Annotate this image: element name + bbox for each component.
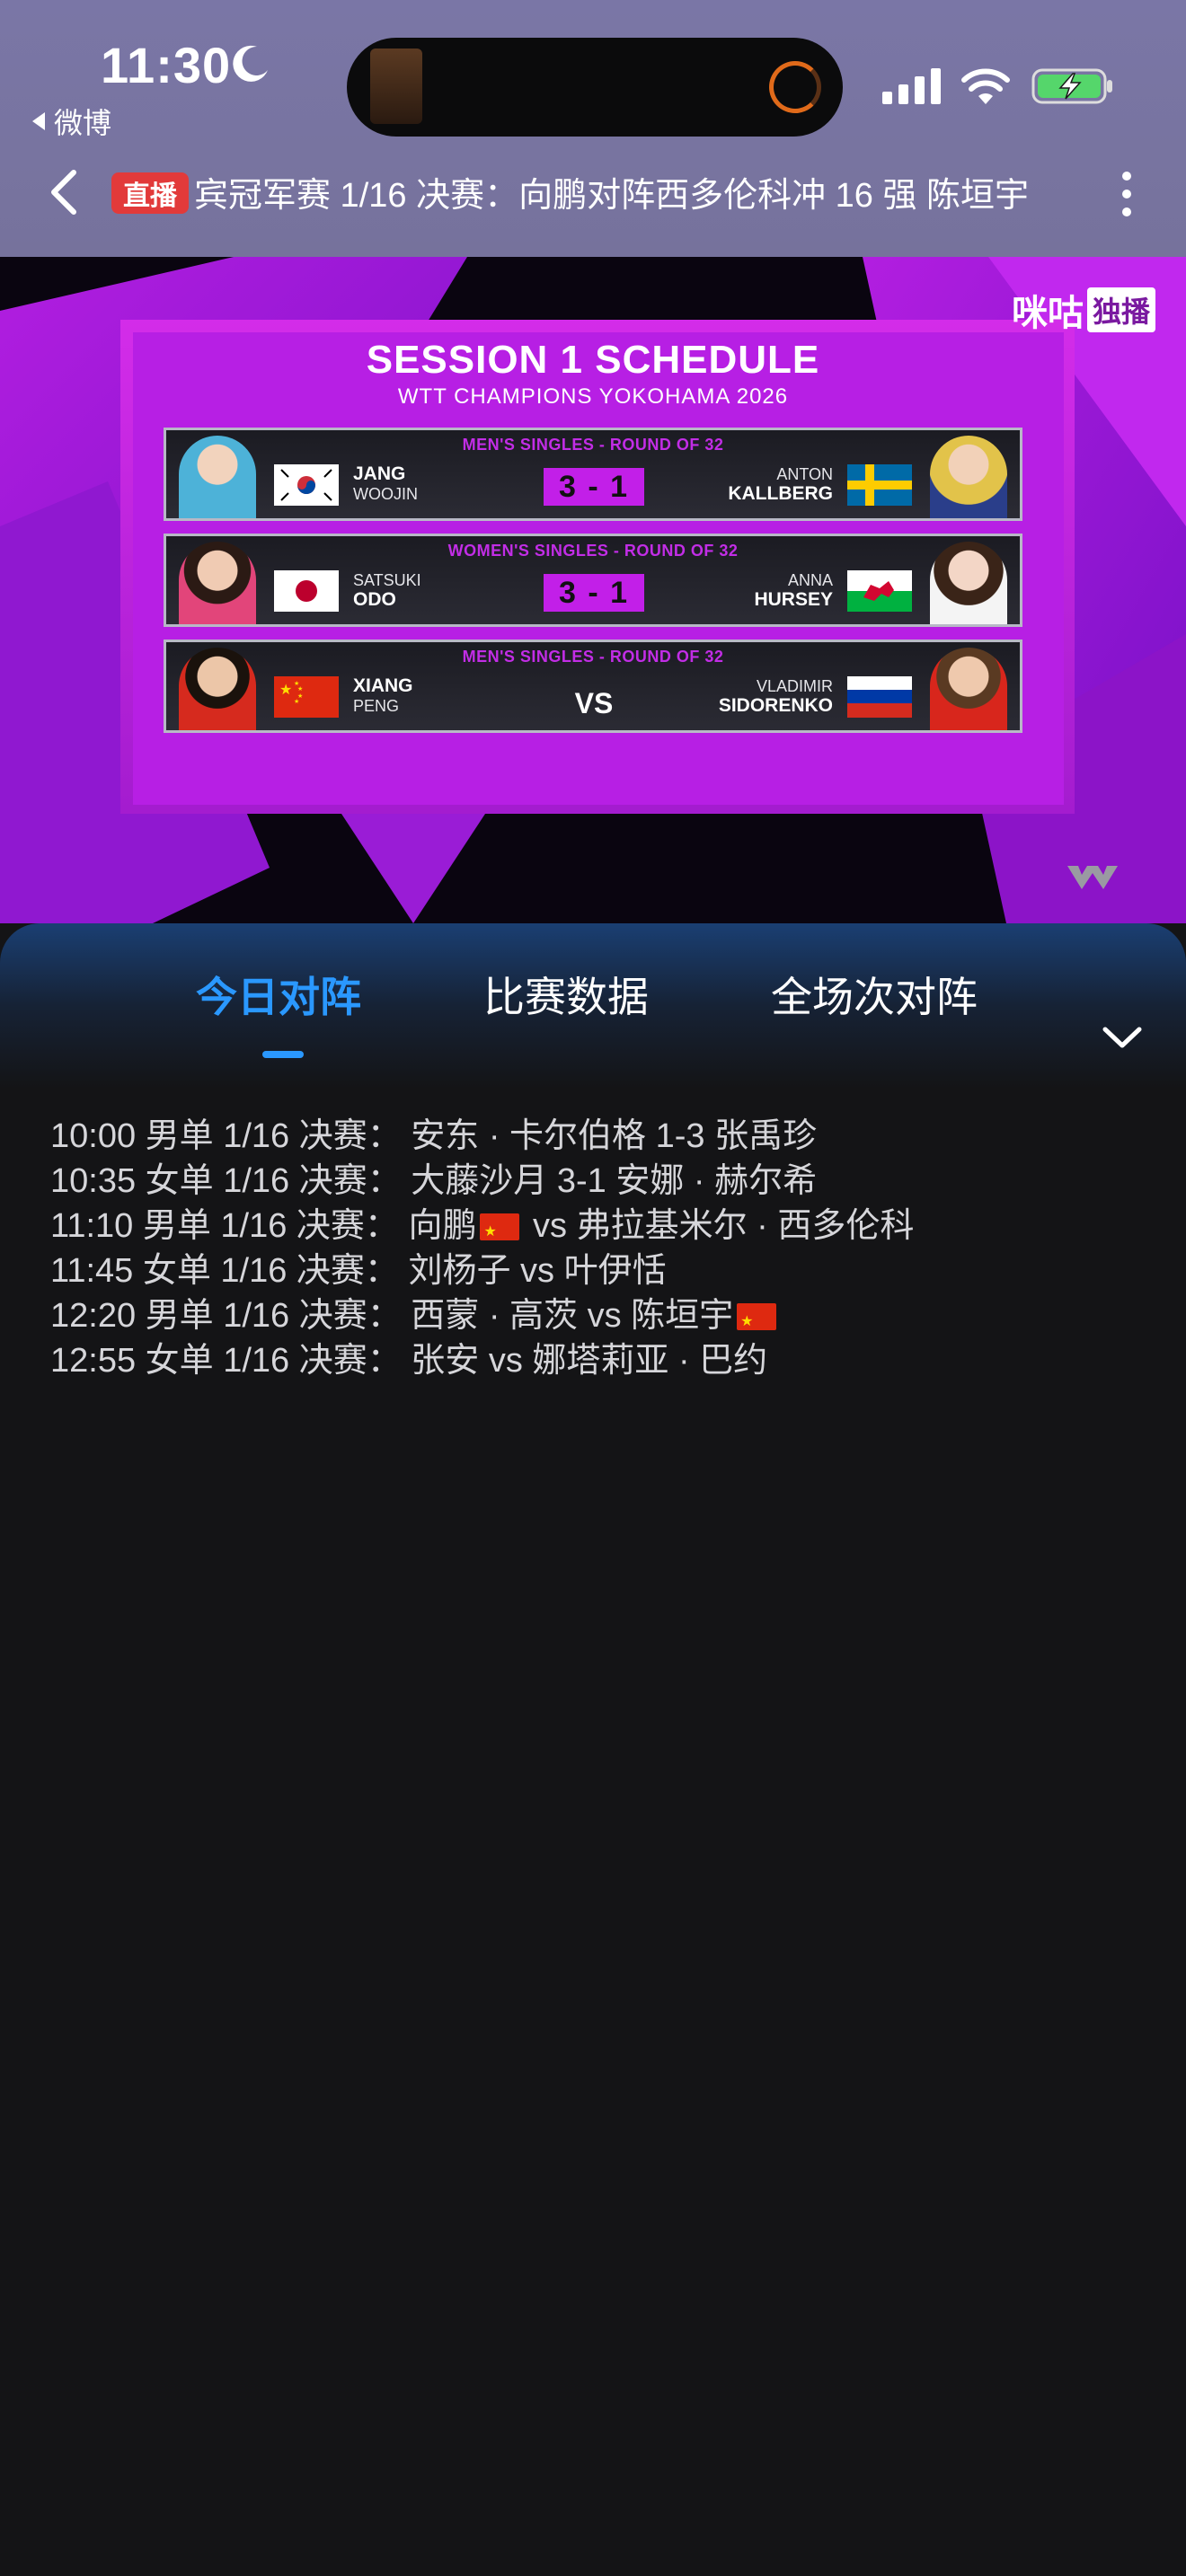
progress-ring-icon	[769, 61, 821, 113]
tab-today-matches[interactable]: 今日对阵	[196, 965, 361, 1024]
broadcaster-name: 咪咕	[1011, 294, 1084, 333]
china-flag-icon	[480, 1210, 520, 1255]
player-left-last: ODO	[353, 589, 396, 610]
schedule-subtitle: WTT CHAMPIONS YOKOHAMA 2026	[397, 384, 789, 409]
battery-charging-icon	[1031, 68, 1112, 104]
schedule-item: 10:35 女单 1/16 决赛： 大藤沙月 3-1 安娜 · 赫尔希	[50, 1162, 818, 1200]
player-right-first: ANTON	[776, 465, 833, 483]
china-flag-icon: ★ ★ ★ ★ ★	[274, 676, 339, 718]
japan-flag-icon	[274, 570, 339, 612]
match-vs: VS	[574, 687, 614, 719]
chevron-down-icon[interactable]	[1102, 1024, 1143, 1051]
player-left-first: XIANG	[353, 675, 413, 696]
tab-bar: 今日对阵 比赛数据 全场次对阵	[0, 965, 1186, 1063]
schedule-item-part: 12:20 男单 1/16 决赛： 西蒙 · 高茨 vs 陈垣宇	[50, 1297, 734, 1335]
player-right-first: ANNA	[787, 571, 833, 589]
player-photo	[930, 542, 1007, 624]
more-options-icon[interactable]	[1111, 167, 1143, 221]
player-left-name: JANG WOOJIN	[353, 464, 418, 504]
now-playing-thumbnail	[370, 49, 422, 124]
active-tab-indicator	[262, 1051, 304, 1058]
korea-flag-icon	[274, 464, 339, 506]
player-photo	[930, 436, 1007, 518]
moon-icon	[233, 45, 268, 82]
svg-text:★: ★	[294, 698, 299, 705]
match-round: MEN'S SINGLES - ROUND OF 32	[462, 648, 724, 666]
tab-match-stats[interactable]: 比赛数据	[483, 965, 649, 1024]
dynamic-island[interactable]	[347, 38, 843, 137]
cellular-signal-icon	[882, 68, 941, 104]
exclusive-tag: 独播	[1086, 287, 1155, 332]
svg-text:★: ★	[297, 685, 303, 693]
live-badge: 直播	[111, 172, 189, 214]
broadcaster-watermark: 咪咕 独播	[1012, 284, 1155, 336]
player-photo	[179, 542, 256, 624]
sweden-flag-icon	[847, 464, 912, 506]
match-round: WOMEN'S SINGLES - ROUND OF 32	[447, 542, 739, 560]
schedule-item-part: vs 弗拉基米尔 · 西多伦科	[523, 1207, 915, 1245]
wifi-icon	[961, 68, 1010, 104]
player-left-first: SATSUKI	[353, 571, 421, 589]
player-right-name: ANNA HURSEY	[754, 570, 833, 610]
match-row: WOMEN'S SINGLES - ROUND OF 32 SATSUKI OD…	[164, 534, 1022, 627]
match-info-sheet: 今日对阵 比赛数据 全场次对阵 10:00 男单 1/16 决赛： 安东 · 卡…	[0, 923, 1186, 2576]
match-row: MEN'S SINGLES - ROUND OF 32 JANG WOOJIN …	[164, 428, 1022, 521]
russia-flag-icon	[847, 676, 912, 718]
player-photo	[179, 436, 256, 518]
player-left-name: XIANG PENG	[353, 676, 413, 716]
match-row: MEN'S SINGLES - ROUND OF 32 ★ ★ ★ ★ ★ XI…	[164, 640, 1022, 733]
wales-flag-icon	[847, 570, 912, 612]
player-left-last: PENG	[353, 697, 400, 715]
schedule-item: 11:45 女单 1/16 决赛： 刘杨子 vs 叶伊恬	[50, 1252, 667, 1290]
wtt-logo-icon	[1067, 866, 1118, 889]
top-header: 11:30 微博 直播 宾冠军赛 1/16 决赛：向鹏对阵西多伦科冲 16 强 …	[0, 0, 1186, 257]
player-right-first: VLADIMIR	[756, 677, 833, 695]
player-photo	[930, 648, 1007, 730]
player-photo	[179, 648, 256, 730]
schedule-item: 10:00 男单 1/16 决赛： 安东 · 卡尔伯格 1-3 张禹珍	[50, 1117, 818, 1155]
player-right-last: KALLBERG	[728, 483, 833, 504]
match-round: MEN'S SINGLES - ROUND OF 32	[462, 436, 724, 454]
schedule-item-part: 11:10 男单 1/16 决赛： 向鹏	[50, 1207, 477, 1245]
match-score: 3 - 1	[544, 468, 644, 506]
player-right-last: HURSEY	[754, 589, 833, 610]
video-player[interactable]: 咪咕 独播 SESSION 1 SCHEDULE WTT CHAMPIONS Y…	[0, 257, 1186, 923]
page-title: 宾冠军赛 1/16 决赛：向鹏对阵西多伦科冲 16 强 陈垣宇	[194, 177, 1030, 215]
player-left-name: SATSUKI ODO	[353, 570, 421, 610]
player-right-last: SIDORENKO	[718, 695, 833, 716]
back-app-label: 微博	[54, 107, 112, 139]
schedule-list: 10:00 男单 1/16 决赛： 安东 · 卡尔伯格 1-3 张禹珍 10:3…	[50, 1114, 1164, 1383]
back-to-app[interactable]: 微博	[32, 101, 111, 142]
back-button[interactable]	[47, 167, 83, 217]
status-time: 11:30	[101, 37, 232, 93]
schedule-title: SESSION 1 SCHEDULE	[366, 338, 820, 382]
schedule-item: 11:10 男单 1/16 决赛： 向鹏 vs 弗拉基米尔 · 西多伦科	[50, 1204, 1164, 1255]
china-flag-icon	[737, 1300, 777, 1345]
back-triangle-icon	[32, 112, 45, 130]
player-left-last: WOOJIN	[353, 485, 418, 503]
player-right-name: ANTON KALLBERG	[728, 464, 833, 504]
schedule-item: 12:55 女单 1/16 决赛： 张安 vs 娜塔莉亚 · 巴约	[50, 1342, 768, 1380]
svg-text:★: ★	[279, 683, 292, 698]
player-right-name: VLADIMIR SIDORENKO	[719, 676, 833, 716]
tab-all-matches[interactable]: 全场次对阵	[771, 965, 978, 1024]
player-left-first: JANG	[353, 463, 406, 484]
match-score: 3 - 1	[544, 574, 644, 612]
schedule-item: 12:20 男单 1/16 决赛： 西蒙 · 高茨 vs 陈垣宇	[50, 1293, 1164, 1345]
